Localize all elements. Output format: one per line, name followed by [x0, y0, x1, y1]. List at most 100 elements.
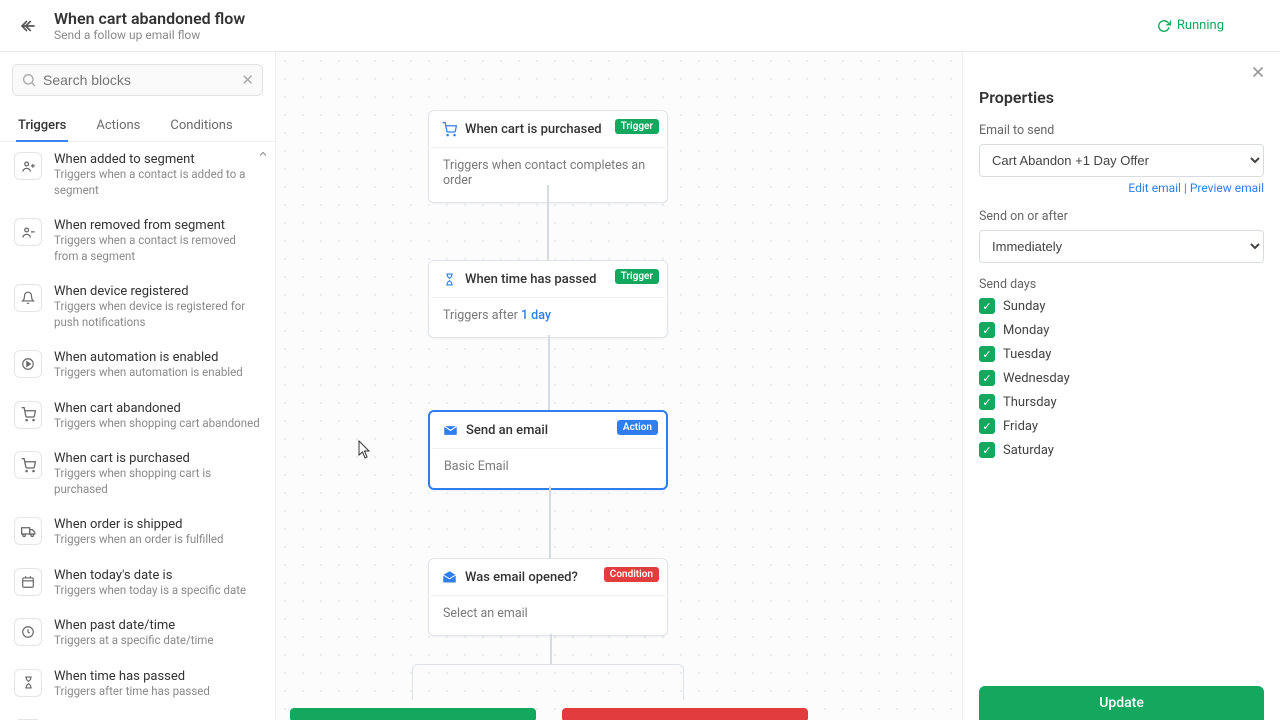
block-item[interactable]: When automation is enabledTriggers when …	[0, 340, 275, 391]
block-icon	[14, 517, 42, 545]
page-title: When cart abandoned flow	[54, 9, 1157, 28]
block-icon	[14, 350, 42, 378]
checkbox-icon[interactable]: ✓	[979, 298, 995, 314]
node-tag: Trigger	[615, 269, 659, 284]
send-day-row[interactable]: ✓ Saturday	[979, 442, 1264, 458]
checkbox-icon[interactable]: ✓	[979, 418, 995, 434]
block-title: When automation is enabled	[54, 350, 261, 365]
block-item[interactable]: When past date/timeTriggers at a specifi…	[0, 608, 275, 659]
node-title[interactable]: Send an email	[466, 423, 548, 438]
node-tag: Condition	[604, 567, 659, 582]
node-body: Basic Email	[432, 448, 664, 486]
search-icon	[21, 72, 37, 88]
mail-icon	[442, 422, 458, 438]
close-panel-button[interactable]	[1244, 58, 1272, 86]
send-on-label: Send on or after	[979, 209, 1264, 224]
block-desc: Triggers when a contact is added to a se…	[54, 167, 261, 198]
cursor-icon	[358, 440, 372, 460]
node-title[interactable]: When time has passed	[465, 272, 596, 287]
tab-actions[interactable]: Actions	[94, 110, 142, 141]
block-icon	[14, 284, 42, 312]
node-body: Triggers after 1 day	[431, 297, 665, 335]
block-icon	[14, 618, 42, 646]
block-icon	[14, 669, 42, 697]
block-title: When removed from segment	[54, 218, 261, 233]
search-input-wrap[interactable]: ✕	[12, 64, 263, 96]
block-item[interactable]: When cart abandonedTriggers when shoppin…	[0, 391, 275, 442]
checkbox-icon[interactable]: ✓	[979, 370, 995, 386]
block-title: When today's date is	[54, 568, 261, 583]
day-label: Thursday	[1003, 395, 1057, 410]
block-title: When past date/time	[54, 618, 261, 633]
block-icon	[14, 218, 42, 246]
send-day-row[interactable]: ✓ Wednesday	[979, 370, 1264, 386]
properties-heading: Properties	[979, 88, 1264, 107]
hourglass-icon	[441, 271, 457, 287]
day-label: Monday	[1003, 323, 1049, 338]
tab-conditions[interactable]: Conditions	[168, 110, 234, 141]
tab-triggers[interactable]: Triggers	[16, 110, 68, 141]
block-desc: Triggers at a specific date/time	[54, 633, 261, 649]
block-title: When added to segment	[54, 152, 261, 167]
email-to-send-label: Email to send	[979, 123, 1264, 138]
block-item[interactable]: When removed from segmentTriggers when a…	[0, 208, 275, 274]
block-title: When device registered	[54, 284, 261, 299]
mail-open-icon	[441, 569, 457, 585]
status-text: Running	[1177, 18, 1224, 33]
send-on-select[interactable]: Immediately	[979, 230, 1264, 263]
status-badge: Running	[1157, 18, 1224, 33]
block-desc: Triggers when shopping cart is purchased	[54, 466, 261, 497]
block-title: When cart is purchased	[54, 451, 261, 466]
send-day-row[interactable]: ✓ Friday	[979, 418, 1264, 434]
day-label: Saturday	[1003, 443, 1054, 458]
checkbox-icon[interactable]: ✓	[979, 394, 995, 410]
block-item[interactable]: When time has passedTriggers after time …	[0, 659, 275, 710]
block-desc: Triggers when shopping cart abandoned	[54, 416, 261, 432]
cart-icon	[441, 121, 457, 137]
send-day-row[interactable]: ✓ Monday	[979, 322, 1264, 338]
day-label: Sunday	[1003, 299, 1046, 314]
block-item[interactable]: When today's date isTriggers when today …	[0, 558, 275, 609]
block-item[interactable]: When device registeredTriggers when devi…	[0, 274, 275, 340]
node-tag: Action	[617, 420, 658, 435]
block-icon	[14, 451, 42, 479]
block-item[interactable]: When order is shippedTriggers when an or…	[0, 507, 275, 558]
block-icon	[14, 568, 42, 596]
send-day-row[interactable]: ✓ Tuesday	[979, 346, 1264, 362]
block-desc: Triggers after time has passed	[54, 684, 261, 700]
update-button[interactable]: Update	[979, 686, 1264, 720]
preview-email-link[interactable]: Preview email	[1190, 181, 1264, 195]
node-tag: Trigger	[615, 119, 659, 134]
day-label: Tuesday	[1003, 347, 1051, 362]
block-item[interactable]: When cart is purchasedTriggers when shop…	[0, 441, 275, 507]
block-icon	[14, 152, 42, 180]
block-desc: Triggers when device is registered for p…	[54, 299, 261, 330]
email-to-send-select[interactable]: Cart Abandon +1 Day Offer	[979, 144, 1264, 177]
clear-search-button[interactable]: ✕	[241, 71, 254, 89]
edit-email-link[interactable]: Edit email	[1128, 181, 1181, 195]
block-title: When time has passed	[54, 669, 261, 684]
node-body: Select an email	[431, 595, 665, 633]
day-label: Wednesday	[1003, 371, 1070, 386]
checkbox-icon[interactable]: ✓	[979, 346, 995, 362]
block-desc: Triggers when today is a specific date	[54, 583, 261, 599]
block-title: When cart abandoned	[54, 401, 261, 416]
checkbox-icon[interactable]: ✓	[979, 322, 995, 338]
send-days-label: Send days	[979, 277, 1264, 292]
chevron-up-icon[interactable]	[257, 148, 269, 164]
block-desc: Triggers when an order is fulfilled	[54, 532, 261, 548]
block-desc: Triggers when a contact is removed from …	[54, 233, 261, 264]
block-item[interactable]: When point total is	[0, 709, 275, 720]
block-item[interactable]: When added to segmentTriggers when a con…	[0, 142, 275, 208]
checkbox-icon[interactable]: ✓	[979, 442, 995, 458]
node-title[interactable]: When cart is purchased	[465, 122, 602, 137]
block-icon	[14, 401, 42, 429]
page-subtitle: Send a follow up email flow	[54, 28, 1157, 42]
back-button[interactable]	[16, 14, 40, 38]
send-day-row[interactable]: ✓ Thursday	[979, 394, 1264, 410]
block-desc: Triggers when automation is enabled	[54, 365, 261, 381]
day-label: Friday	[1003, 419, 1038, 434]
search-input[interactable]	[43, 72, 241, 88]
node-title[interactable]: Was email opened?	[465, 570, 578, 585]
send-day-row[interactable]: ✓ Sunday	[979, 298, 1264, 314]
